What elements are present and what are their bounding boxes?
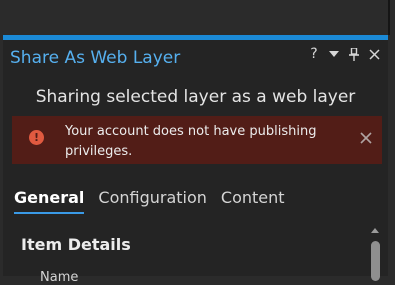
- error-banner: ! Your account does not have publishing …: [12, 116, 382, 164]
- scroll-up-arrow-icon[interactable]: [368, 223, 382, 237]
- name-field-label: Name: [40, 270, 79, 285]
- tab-configuration[interactable]: Configuration: [98, 186, 207, 214]
- pin-icon[interactable]: [344, 45, 364, 63]
- pane-header-controls: ?: [304, 45, 384, 63]
- pane-title: Share As Web Layer: [10, 48, 181, 68]
- sharing-subtitle: Sharing selected layer as a web layer: [35, 87, 356, 107]
- dropdown-arrow-icon[interactable]: [324, 45, 344, 63]
- tab-content[interactable]: Content: [221, 186, 285, 214]
- help-icon[interactable]: ?: [304, 45, 324, 63]
- pane-header: Share As Web Layer ?: [3, 40, 388, 70]
- divider: [388, 0, 390, 35]
- section-title-item-details: Item Details: [21, 235, 131, 254]
- dismiss-banner-icon[interactable]: [358, 130, 374, 146]
- window-edge: [388, 35, 395, 276]
- scrollbar-thumb[interactable]: [371, 241, 380, 281]
- vertical-scrollbar[interactable]: [368, 223, 382, 281]
- share-as-web-layer-pane: Share As Web Layer ? Sharing selected la…: [3, 35, 388, 285]
- top-strip: [0, 0, 395, 35]
- tab-bar: General Configuration Content: [14, 186, 299, 218]
- close-icon[interactable]: [364, 45, 384, 63]
- error-message: Your account does not have publishing pr…: [65, 124, 317, 159]
- error-icon: !: [29, 130, 44, 145]
- tab-general[interactable]: General: [14, 186, 85, 214]
